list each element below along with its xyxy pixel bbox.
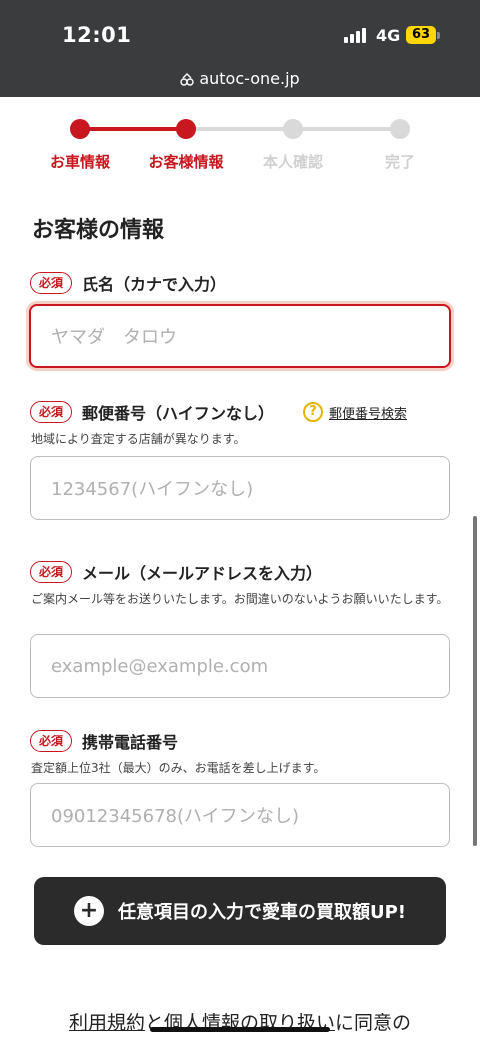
email-placeholder: example@example.com [51, 655, 269, 677]
phone-input[interactable]: 09012345678(ハイフンなし) [30, 783, 450, 847]
optional-fields-label: 任意項目の入力で愛車の買取額UP! [117, 902, 407, 923]
required-badge: 必須 [30, 272, 73, 294]
email-label: メール（メールアドレスを入力） [82, 564, 323, 583]
required-badge: 必須 [30, 561, 73, 583]
terms-tail: に同意の [335, 1012, 412, 1034]
network-type: 4G [376, 26, 401, 45]
status-time: 12:01 [62, 23, 132, 47]
step-dot-1 [70, 119, 90, 139]
name-input[interactable]: ヤマダ タロウ [29, 304, 451, 368]
zip-placeholder: 1234567(ハイフンなし) [51, 479, 254, 500]
url-bar[interactable]: autoc-one.jp [0, 69, 480, 88]
signal-icon [344, 27, 366, 43]
battery-icon: 63 [406, 26, 436, 44]
phone-placeholder: 09012345678(ハイフンなし) [51, 806, 300, 827]
step-label-2: お客様情報 [148, 153, 224, 171]
zip-search-link[interactable]: ? 郵便番号検索 [303, 402, 407, 422]
name-label: 氏名（カナで入力） [82, 275, 227, 294]
step-dot-3 [283, 119, 303, 139]
site-icon [180, 73, 195, 86]
step-dot-2 [176, 119, 196, 139]
name-placeholder: ヤマダ タロウ [51, 327, 177, 348]
step-label-1: お車情報 [49, 153, 110, 171]
home-indicator[interactable] [150, 1027, 330, 1032]
progress-stepper: お車情報 お客様情報 本人確認 完了 [0, 115, 480, 175]
scrollbar[interactable] [473, 516, 477, 846]
phone-hint: 査定額上位3社（最大）のみ、お電話を差し上げます。 [31, 761, 326, 775]
browser-top-bar: 12:01 4G 63 autoc-one.jp [0, 0, 480, 97]
section-title: お客様の情報 [32, 218, 165, 243]
optional-fields-button[interactable]: + 任意項目の入力で愛車の買取額UP! [34, 877, 446, 945]
email-input[interactable]: example@example.com [30, 634, 450, 698]
battery-tip [437, 32, 440, 39]
question-icon: ? [303, 402, 323, 422]
name-field-header: 必須 氏名（カナで入力） [30, 271, 226, 295]
terms-link[interactable]: 利用規約 [69, 1012, 145, 1034]
stepper-track-done [80, 127, 186, 131]
required-badge: 必須 [30, 730, 73, 752]
zip-field-header: 必須 郵便番号（ハイフンなし） [30, 400, 274, 424]
email-field-header: 必須 メール（メールアドレスを入力） [30, 560, 322, 584]
zip-label: 郵便番号（ハイフンなし） [82, 404, 275, 423]
phone-label: 携帯電話番号 [82, 733, 179, 752]
step-dot-4 [390, 119, 410, 139]
zip-search-text: 郵便番号検索 [329, 406, 408, 422]
phone-field-header: 必須 携帯電話番号 [30, 729, 178, 753]
zip-input[interactable]: 1234567(ハイフンなし) [30, 456, 450, 520]
email-hint: ご案内メール等をお送りいたします。お間違いのないようお願いいたします。 [31, 592, 449, 606]
zip-hint: 地域により査定する店舗が異なります。 [31, 432, 246, 446]
plus-icon: + [73, 896, 104, 926]
url-text: autoc-one.jp [199, 69, 300, 88]
step-label-4: 完了 [384, 153, 415, 171]
step-label-3: 本人確認 [262, 153, 323, 171]
required-badge: 必須 [30, 401, 73, 423]
